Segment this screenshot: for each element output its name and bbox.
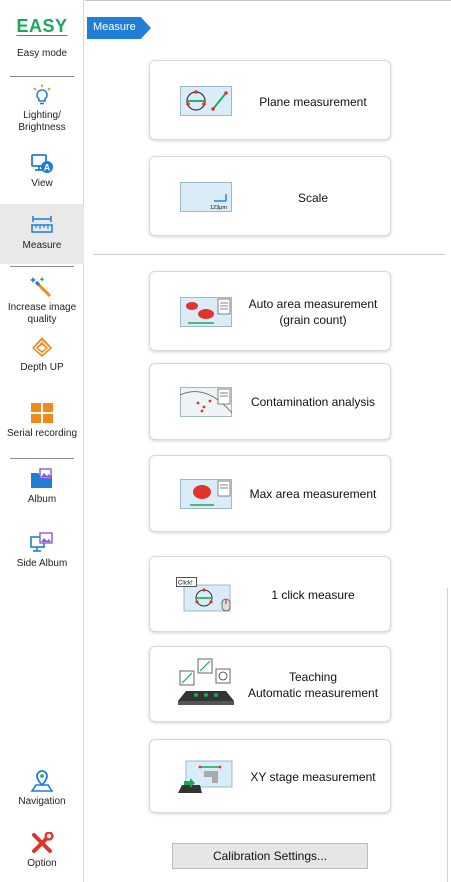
sidebar-item-side-album[interactable]: Side Album (0, 532, 84, 570)
card-label: Auto area measurement (grain count) (248, 297, 378, 327)
sidebar-item-measure[interactable]: Measure (0, 204, 84, 264)
contamination-icon (180, 387, 232, 417)
sidebar-item-label: Easy mode (16, 48, 68, 59)
sidebar-item-album[interactable]: Album (0, 468, 84, 506)
max-area-measurement-button[interactable]: Max area measurement (149, 455, 391, 532)
card-label: 1 click measure (271, 588, 355, 602)
click-measure-icon: Click! (176, 577, 231, 612)
sidebar-separator (10, 266, 74, 267)
sidebar-item-serial-recording[interactable]: Serial recording (0, 402, 84, 440)
scrollbar-edge (447, 588, 451, 882)
sidebar-item-view[interactable]: A View (0, 152, 84, 190)
card-label: Max area measurement (249, 487, 377, 501)
serial-grid-icon (31, 403, 53, 423)
click-thumb-text: Click! (178, 581, 193, 587)
depth-layers-icon (32, 337, 52, 357)
light-bulb-icon (33, 84, 51, 105)
one-click-measure-button[interactable]: Click! 1 click measure (149, 556, 391, 632)
sidebar-separator (10, 76, 74, 77)
auto-area-icon (180, 297, 232, 327)
xy-stage-measurement-button[interactable]: XY stage measurement (149, 739, 391, 813)
card-label: XY stage measurement (250, 770, 376, 784)
sidebar-item-option[interactable]: Option (0, 832, 84, 870)
sidebar-item-increase-image-quality[interactable]: Increase image quality (0, 276, 84, 326)
ruler-measure-icon (31, 216, 53, 233)
sidebar-item-easy-mode[interactable]: EASY Easy mode (0, 16, 84, 60)
sidebar-item-label: Measure (22, 240, 62, 251)
easy-logo: EASY (16, 16, 68, 36)
scale-thumb-text: 123μm (210, 205, 227, 211)
top-border (85, 0, 451, 1)
plane-measurement-button[interactable]: Plane measurement (149, 60, 391, 140)
sidebar-item-navigation[interactable]: Navigation (0, 770, 84, 808)
auto-area-measurement-button[interactable]: Auto area measurement (grain count) (149, 271, 391, 351)
sidebar: EASY Easy mode Lighting/ Brightness A Vi… (0, 0, 84, 882)
side-album-icon (30, 532, 53, 552)
teaching-automatic-measurement-button[interactable]: Teaching Automatic measurement (149, 646, 391, 722)
sidebar-item-label: Navigation (18, 796, 66, 807)
max-area-icon (180, 479, 232, 509)
sidebar-item-label: Depth UP (20, 362, 64, 373)
sidebar-item-label: Serial recording (6, 428, 78, 439)
card-label: Teaching Automatic measurement (247, 670, 379, 700)
section-divider (93, 254, 445, 255)
sidebar-item-label: Increase image quality (7, 302, 77, 325)
xy-stage-icon (178, 760, 233, 793)
measure-panel: Measure Plane measurement 123μm Scale Au… (85, 0, 451, 882)
album-folder-icon (31, 468, 52, 488)
view-monitor-icon: A (31, 154, 53, 173)
svg-text:A: A (44, 163, 51, 173)
breadcrumb: Measure (87, 17, 151, 39)
magic-wand-icon (30, 277, 52, 298)
scale-bar-icon: 123μm (180, 182, 232, 212)
sidebar-item-lighting[interactable]: Lighting/ Brightness (0, 84, 84, 134)
breadcrumb-label: Measure (93, 21, 136, 33)
teaching-icon (178, 658, 234, 705)
contamination-analysis-button[interactable]: Contamination analysis (149, 363, 391, 440)
calibration-settings-button[interactable]: Calibration Settings... (172, 843, 368, 869)
sidebar-item-label: Option (27, 858, 57, 869)
sidebar-item-label: Side Album (16, 558, 68, 569)
sidebar-item-label: Lighting/ Brightness (18, 110, 66, 133)
scale-button[interactable]: 123μm Scale (149, 156, 391, 236)
card-label: Scale (297, 191, 329, 205)
card-label: Contamination analysis (250, 395, 376, 409)
sidebar-item-label: Album (27, 494, 57, 505)
tools-option-icon (32, 832, 54, 853)
navigation-map-pin-icon (30, 770, 54, 792)
plane-measurement-icon (180, 86, 232, 116)
sidebar-item-label: View (31, 178, 53, 189)
sidebar-separator (10, 458, 74, 459)
sidebar-item-depth-up[interactable]: Depth UP (0, 336, 84, 374)
card-label: Plane measurement (259, 95, 367, 109)
